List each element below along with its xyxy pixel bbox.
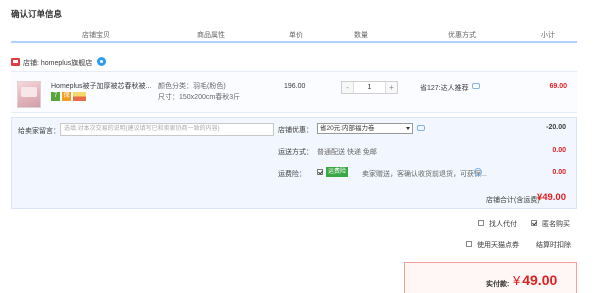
coupon-discount-value: -20.00 (546, 124, 566, 131)
currency-symbol: ¥ (513, 273, 521, 288)
shop-coupon-select[interactable]: 省20元:内部福力卷 (317, 123, 413, 134)
quantity-decrease-button[interactable]: - (342, 82, 354, 93)
quantity-increase-button[interactable]: + (385, 82, 397, 93)
anonymous-purchase-checkbox[interactable] (531, 220, 537, 226)
shipping-method-text: 普通配送 快递 免邮 (317, 149, 377, 156)
info-icon[interactable] (474, 168, 482, 176)
promotion-text: 省127:达人推荐 (420, 85, 469, 92)
unit-price: 196.00 (284, 83, 306, 90)
column-header-price: 单价 (289, 32, 303, 39)
guarantee-icon[interactable]: 保 (62, 92, 71, 101)
friend-pay-option[interactable]: 找人代付 (478, 219, 528, 229)
product-thumbnail[interactable] (17, 81, 41, 108)
shop-coupon-selected: 省20元:内部福力卷 (320, 125, 375, 132)
shipping-fee-value: 0.00 (552, 147, 566, 154)
chevron-down-icon (406, 127, 410, 130)
seller-message-input[interactable]: 选填:对本次交易的说明(建议填写已和卖家协商一致的内容) (60, 123, 274, 136)
amount-payable-label: 实付款: (486, 281, 510, 288)
column-header-attributes: 商品属性 (197, 32, 225, 39)
quantity-stepper: - 1 + (341, 81, 398, 94)
promotion-comment-icon[interactable] (472, 83, 480, 89)
shop-icon (11, 58, 20, 66)
seven-day-return-icon[interactable]: 7 (51, 92, 60, 101)
shipping-insurance-checkbox[interactable] (317, 169, 323, 175)
page-title: 确认订单信息 (11, 9, 63, 19)
column-header-item: 店铺宝贝 (82, 32, 110, 39)
shipping-method-label: 运送方式： (278, 149, 313, 156)
anonymous-purchase-option[interactable]: 匿名购买 (531, 219, 577, 229)
column-header-discount: 优惠方式 (448, 32, 476, 39)
column-header-quantity: 数量 (354, 32, 368, 39)
product-size-attribute: 尺寸：150x200cm春秋3斤 (158, 94, 241, 101)
order-table-header: 店铺宝贝 商品属性 单价 数量 优惠方式 小计 (11, 27, 577, 43)
tmall-points-option[interactable]: 使用天猫点券 (466, 240, 528, 250)
amount-payable-number: 49.00 (522, 272, 558, 288)
amount-payable-value: ¥49.00 (513, 272, 557, 288)
quantity-input[interactable]: 1 (354, 82, 385, 93)
order-details-panel: 给卖家留言： 选填:对本次交易的说明(建议填写已和卖家协商一致的内容) 店铺优惠… (11, 117, 577, 209)
shop-name-link[interactable]: 店铺: homeplus旗舰店 (23, 58, 92, 68)
shipping-insurance-label: 运费险： (278, 171, 306, 178)
chat-icon[interactable] (97, 57, 106, 66)
product-color-attribute: 颜色分类：羽毛(粉色) (158, 83, 226, 90)
tmall-points-checkbox[interactable] (466, 241, 472, 247)
item-subtotal: 69.00 (549, 83, 567, 90)
product-name-link[interactable]: Homeplus被子加厚被芯春秋被... (51, 81, 151, 91)
friend-pay-label: 找人代付 (489, 221, 517, 228)
friend-pay-checkbox[interactable] (478, 220, 484, 226)
shop-total-label: 店铺合计(含运费) (486, 197, 540, 204)
shipping-insurance-badge: 运费险 (326, 167, 349, 177)
credit-card-icon[interactable] (73, 92, 86, 101)
seller-message-label: 给卖家留言： (18, 128, 60, 135)
column-header-subtotal: 小计 (541, 32, 555, 39)
shipping-insurance-description: 卖家赠送，客确认收货前退货，可获保... (362, 171, 487, 178)
payment-summary-box: 实付款: ¥49.00 (404, 262, 577, 293)
coupon-comment-icon[interactable] (417, 125, 425, 131)
settle-deduct-text: 结算时扣除 (536, 242, 571, 249)
order-item-row: Homeplus被子加厚被芯春秋被... 7 保 颜色分类：羽毛(粉色) 尺寸：… (11, 71, 577, 113)
shop-coupon-label: 店铺优惠： (278, 127, 313, 134)
tmall-points-label: 使用天猫点券 (477, 242, 519, 249)
shop-total-value: ¥49.00 (536, 192, 566, 203)
shipping-insurance-value: 0.00 (552, 169, 566, 176)
anonymous-purchase-label: 匿名购买 (542, 221, 570, 228)
